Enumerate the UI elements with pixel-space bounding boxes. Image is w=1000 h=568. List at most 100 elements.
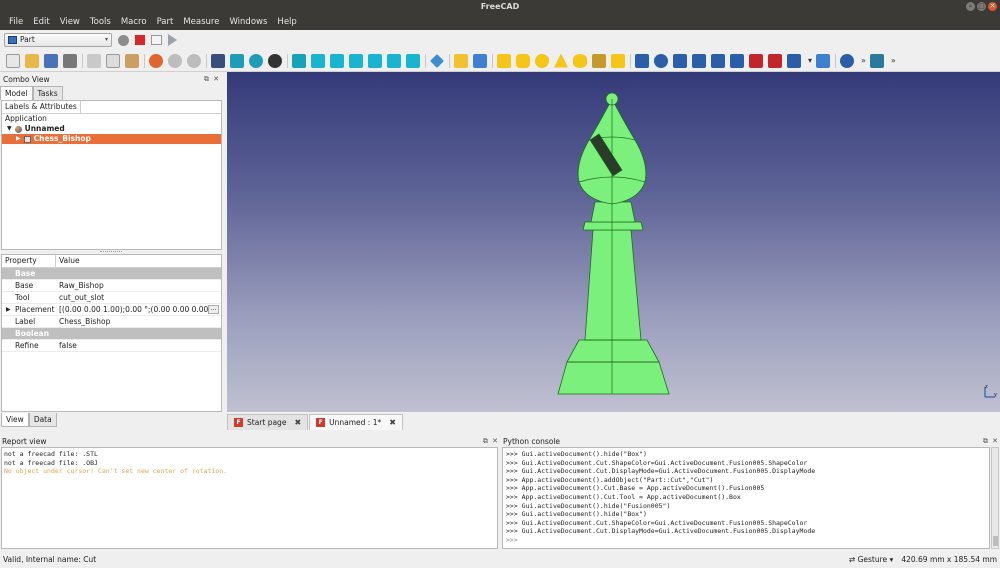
menu-measure[interactable]: Measure	[178, 14, 224, 30]
expand-arrow-icon[interactable]: ▶	[6, 304, 11, 316]
tab-view[interactable]: View	[1, 413, 29, 427]
open-folder-icon[interactable]	[25, 53, 39, 68]
sphere-primitive-icon[interactable]	[535, 53, 549, 68]
menu-file[interactable]: File	[4, 14, 28, 30]
macro-stop-icon[interactable]	[135, 35, 145, 45]
fit-selection-icon[interactable]	[249, 53, 263, 68]
paste-icon[interactable]	[125, 53, 139, 68]
create-group-icon[interactable]	[473, 53, 487, 68]
loft-icon[interactable]	[768, 53, 782, 68]
splitter-handle[interactable]	[100, 251, 122, 253]
collapse-arrow-icon[interactable]: ▶	[16, 134, 21, 144]
save-icon[interactable]	[44, 53, 58, 68]
new-document-icon[interactable]	[6, 53, 20, 68]
tab-tasks[interactable]: Tasks	[32, 86, 63, 100]
front-view-icon[interactable]	[311, 53, 325, 68]
left-view-icon[interactable]	[406, 53, 420, 68]
dropdown-arrow-icon[interactable]: ▾	[808, 56, 812, 65]
refresh-icon[interactable]	[187, 53, 201, 68]
draw-style-icon[interactable]	[268, 53, 282, 68]
maximize-icon[interactable]: □	[977, 2, 986, 11]
cone-primitive-icon[interactable]	[554, 53, 568, 68]
property-value[interactable]: [(0.00 0.00 1.00);0.00 °;(0.00 0.00 0.00…	[59, 305, 214, 314]
bottom-view-icon[interactable]	[387, 53, 401, 68]
property-row-placement[interactable]: ▶ Placement [(0.00 0.00 1.00);0.00 °;(0.…	[2, 304, 221, 316]
extrude-icon[interactable]	[635, 53, 649, 68]
ellipsis-button-icon[interactable]: …	[208, 305, 219, 314]
cut-icon[interactable]	[87, 53, 101, 68]
tab-data[interactable]: Data	[28, 413, 57, 427]
macro-record-icon[interactable]	[118, 34, 129, 46]
property-row-tool[interactable]: Tool cut_out_slot	[2, 292, 221, 304]
mirror-icon[interactable]	[673, 53, 687, 68]
property-row-label[interactable]: Label Chess_Bishop	[2, 316, 221, 328]
report-view[interactable]: not a freecad file: .STL not a freecad f…	[1, 447, 498, 549]
offset-icon[interactable]	[816, 53, 831, 68]
menu-edit[interactable]: Edit	[28, 14, 54, 30]
dock-controls-icon[interactable]: ⧉ ✕	[204, 75, 220, 84]
navigation-style-selector[interactable]: ⇄ Gesture ▾	[849, 555, 893, 564]
chamfer-icon[interactable]	[711, 53, 725, 68]
property-value[interactable]: Raw_Bishop	[56, 280, 221, 291]
toolbar-overflow-icon[interactable]: »	[861, 56, 866, 65]
toolbar-overflow-icon[interactable]: »	[891, 56, 896, 65]
3d-viewport[interactable]: z y	[227, 72, 1000, 412]
box-primitive-icon[interactable]	[497, 53, 511, 68]
chess-bishop-model[interactable]	[227, 72, 1000, 412]
property-row-refine[interactable]: Refine false	[2, 340, 221, 352]
tab-start-page[interactable]: F Start page ✖	[227, 414, 309, 430]
top-view-icon[interactable]	[330, 53, 344, 68]
console-scrollbar[interactable]	[991, 447, 999, 549]
property-row-base[interactable]: Base Raw_Bishop	[2, 280, 221, 292]
shape-builder-icon[interactable]	[611, 53, 625, 68]
dock-controls-icon[interactable]: ⧉ ✕	[483, 436, 499, 447]
close-icon[interactable]: ✕	[988, 2, 997, 11]
print-icon[interactable]	[63, 53, 77, 68]
sweep-icon[interactable]	[787, 53, 801, 68]
isometric-view-icon[interactable]	[292, 53, 306, 68]
menu-windows[interactable]: Windows	[224, 14, 272, 30]
property-value[interactable]: Chess_Bishop	[56, 316, 221, 327]
right-view-icon[interactable]	[349, 53, 363, 68]
dock-controls-icon[interactable]: ⧉ ✕	[983, 436, 999, 447]
redo-icon[interactable]	[168, 53, 182, 68]
whats-this-icon[interactable]	[211, 53, 225, 68]
close-tab-icon[interactable]: ✖	[294, 418, 301, 427]
tab-model[interactable]: Model	[0, 86, 33, 100]
python-console[interactable]: >>> Gui.activeDocument().hide("Box") >>>…	[502, 447, 990, 549]
tree-item-chess-bishop[interactable]: ▶ Chess_Bishop	[2, 134, 221, 144]
macro-edit-icon[interactable]	[151, 35, 162, 45]
menu-part[interactable]: Part	[152, 14, 179, 30]
tree-item-application[interactable]: Application	[2, 114, 221, 124]
expand-arrow-icon[interactable]: ▼	[7, 124, 12, 134]
tree-item-document[interactable]: ▼ Unnamed	[2, 124, 221, 134]
console-input-line[interactable]: >>>	[506, 536, 987, 545]
create-part-icon[interactable]	[454, 53, 468, 68]
menu-view[interactable]: View	[55, 14, 85, 30]
close-tab-icon[interactable]: ✖	[389, 418, 396, 427]
menu-help[interactable]: Help	[272, 14, 301, 30]
copy-icon[interactable]	[106, 53, 120, 68]
menu-macro[interactable]: Macro	[116, 14, 152, 30]
macro-play-icon[interactable]	[168, 34, 177, 46]
undo-icon[interactable]	[149, 53, 163, 68]
scrollbar-thumb[interactable]	[993, 536, 998, 546]
menu-tools[interactable]: Tools	[85, 14, 116, 30]
minimize-icon[interactable]: –	[966, 2, 975, 11]
fillet-icon[interactable]	[692, 53, 706, 68]
primitives-icon[interactable]	[592, 53, 606, 68]
rear-view-icon[interactable]	[368, 53, 382, 68]
boolean-icon[interactable]	[840, 53, 855, 68]
tab-unnamed[interactable]: F Unnamed : 1* ✖	[309, 414, 403, 430]
workbench-selector[interactable]: Part ▾	[4, 33, 112, 47]
revolve-icon[interactable]	[654, 53, 668, 68]
measure-distance-icon[interactable]	[430, 53, 444, 68]
make-face-icon[interactable]	[730, 53, 744, 68]
cylinder-primitive-icon[interactable]	[516, 53, 530, 68]
property-value[interactable]: cut_out_slot	[56, 292, 221, 303]
property-value[interactable]: false	[56, 340, 221, 351]
torus-primitive-icon[interactable]	[573, 53, 587, 68]
ruled-surface-icon[interactable]	[749, 53, 763, 68]
measure-linear-icon[interactable]	[869, 53, 884, 68]
fit-all-icon[interactable]	[230, 53, 244, 68]
